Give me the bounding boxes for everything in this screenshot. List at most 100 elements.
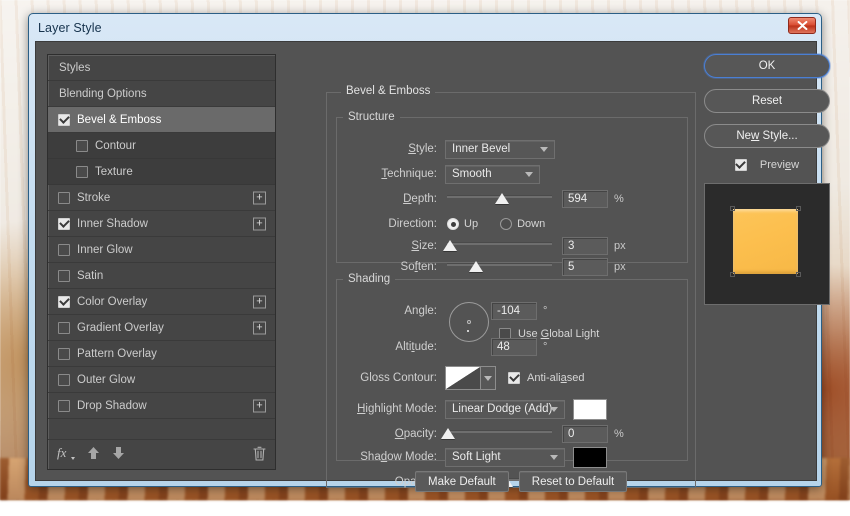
direction-up-radio[interactable]: Up xyxy=(447,218,478,230)
window-titlebar[interactable]: Layer Style xyxy=(29,14,821,41)
sidebar-item-label: Texture xyxy=(95,166,133,178)
checkbox-inner-shadow[interactable] xyxy=(58,218,70,230)
selection-handle xyxy=(796,206,801,211)
new-style-button[interactable]: New Style... xyxy=(704,124,830,148)
sidebar-item-drop-shadow[interactable]: Drop Shadow + xyxy=(48,393,275,419)
highlight-opacity-track xyxy=(447,430,552,433)
checkbox-drop-shadow[interactable] xyxy=(58,400,70,412)
checkbox-contour[interactable] xyxy=(76,140,88,152)
default-buttons: Make Default Reset to Default xyxy=(415,471,627,492)
checkbox-texture[interactable] xyxy=(76,166,88,178)
add-gradient-overlay-icon[interactable]: + xyxy=(253,321,266,334)
checkbox-pattern-overlay[interactable] xyxy=(58,348,70,360)
sidebar-item-gradient-overlay[interactable]: Gradient Overlay + xyxy=(48,315,275,341)
close-icon[interactable] xyxy=(788,17,816,34)
size-slider-thumb[interactable] xyxy=(443,240,457,251)
sidebar-item-color-overlay[interactable]: Color Overlay + xyxy=(48,289,275,315)
highlight-opacity-value: 0 xyxy=(568,428,574,440)
trash-icon[interactable] xyxy=(253,446,266,464)
shadow-mode-select[interactable]: Soft Light xyxy=(445,448,565,467)
add-stroke-icon[interactable]: + xyxy=(253,191,266,204)
depth-slider-thumb[interactable] xyxy=(495,193,509,204)
altitude-value: 48 xyxy=(497,341,510,353)
angle-value: -104 xyxy=(497,305,520,317)
angle-input[interactable]: -104 xyxy=(491,302,537,320)
size-unit: px xyxy=(614,240,626,252)
depth-input[interactable]: 594 xyxy=(562,190,608,208)
technique-select[interactable]: Smooth xyxy=(445,165,540,184)
style-select[interactable]: Inner Bevel xyxy=(445,140,555,159)
sidebar-item-label: Bevel & Emboss xyxy=(77,114,161,126)
sidebar-item-stroke[interactable]: Stroke + xyxy=(48,185,275,211)
ok-button[interactable]: OK xyxy=(704,54,830,78)
layer-style-dialog: Styles Blending Options Bevel & Emboss C… xyxy=(35,41,817,481)
add-drop-shadow-icon[interactable]: + xyxy=(253,399,266,412)
shadow-mode-value: Soft Light xyxy=(452,451,501,463)
anti-aliased-checkbox[interactable]: Anti-aliased xyxy=(508,372,585,384)
technique-select-value: Smooth xyxy=(452,168,492,180)
checkbox-bevel-emboss[interactable] xyxy=(58,114,70,126)
fx-icon[interactable]: fx xyxy=(57,445,75,464)
soften-slider[interactable] xyxy=(447,260,552,274)
sidebar-item-pattern-overlay[interactable]: Pattern Overlay xyxy=(48,341,275,367)
sidebar-item-bevel-emboss[interactable]: Bevel & Emboss xyxy=(48,107,275,133)
chevron-down-icon xyxy=(525,172,533,177)
gloss-contour-picker[interactable] xyxy=(445,366,496,390)
radio-up[interactable] xyxy=(447,218,459,230)
sidebar-item-blending-options[interactable]: Blending Options xyxy=(48,81,275,107)
highlight-opacity-input[interactable]: 0 xyxy=(562,425,608,443)
checkbox-preview[interactable] xyxy=(735,159,747,171)
highlight-color-swatch[interactable] xyxy=(573,399,607,420)
styles-list: Styles Blending Options Bevel & Emboss C… xyxy=(48,55,275,439)
soften-label: Soften: xyxy=(337,261,437,273)
size-input[interactable]: 3 xyxy=(562,237,608,255)
direction-down-radio[interactable]: Down xyxy=(500,218,545,230)
checkbox-stroke[interactable] xyxy=(58,192,70,204)
highlight-opacity-thumb[interactable] xyxy=(441,428,455,439)
soften-unit: px xyxy=(614,261,626,273)
radio-down[interactable] xyxy=(500,218,512,230)
direction-label: Direction: xyxy=(337,218,437,230)
preview-checkbox[interactable]: Preview xyxy=(704,159,830,171)
soften-slider-thumb[interactable] xyxy=(469,261,483,272)
highlight-opacity-slider[interactable] xyxy=(447,427,552,441)
reset-to-default-button[interactable]: Reset to Default xyxy=(519,471,627,492)
direction-up-label: Up xyxy=(464,218,478,230)
arrow-up-icon[interactable] xyxy=(87,446,100,463)
shadow-color-swatch[interactable] xyxy=(573,447,607,468)
checkbox-satin[interactable] xyxy=(58,270,70,282)
altitude-unit: ° xyxy=(543,341,547,353)
checkbox-outer-glow[interactable] xyxy=(58,374,70,386)
add-inner-shadow-icon[interactable]: + xyxy=(253,217,266,230)
sidebar-item-contour[interactable]: Contour xyxy=(48,133,275,159)
sidebar-item-texture[interactable]: Texture xyxy=(48,159,275,185)
sidebar-item-inner-glow[interactable]: Inner Glow xyxy=(48,237,275,263)
add-color-overlay-icon[interactable]: + xyxy=(253,295,266,308)
styles-list-filler xyxy=(48,419,275,439)
depth-slider[interactable] xyxy=(447,192,552,206)
structure-group: Structure Style: Inner Bevel xyxy=(336,111,688,263)
highlight-mode-select[interactable]: Linear Dodge (Add) xyxy=(445,400,565,419)
size-slider[interactable] xyxy=(447,239,552,253)
gloss-contour-dropdown-icon[interactable] xyxy=(481,366,496,390)
bevel-emboss-group: Bevel & Emboss Structure Style: Inner Be… xyxy=(326,92,696,488)
preview-shape xyxy=(733,209,798,274)
checkbox-color-overlay[interactable] xyxy=(58,296,70,308)
bevel-emboss-group-label: Bevel & Emboss xyxy=(341,85,435,97)
checkbox-gradient-overlay[interactable] xyxy=(58,322,70,334)
reset-button[interactable]: Reset xyxy=(704,89,830,113)
make-default-button[interactable]: Make Default xyxy=(415,471,509,492)
arrow-down-icon[interactable] xyxy=(112,446,125,463)
altitude-input[interactable]: 48 xyxy=(491,338,537,356)
sidebar-item-inner-shadow[interactable]: Inner Shadow + xyxy=(48,211,275,237)
shading-group: Shading Angle: -104 ° xyxy=(336,273,688,461)
angle-dial[interactable] xyxy=(449,302,489,342)
checkbox-anti-aliased[interactable] xyxy=(508,372,520,384)
sidebar-item-satin[interactable]: Satin xyxy=(48,263,275,289)
style-select-value: Inner Bevel xyxy=(452,143,510,155)
gloss-contour-thumbnail[interactable] xyxy=(445,366,481,390)
checkbox-inner-glow[interactable] xyxy=(58,244,70,256)
size-slider-track xyxy=(447,242,552,245)
sidebar-item-styles[interactable]: Styles xyxy=(48,55,275,81)
sidebar-item-outer-glow[interactable]: Outer Glow xyxy=(48,367,275,393)
